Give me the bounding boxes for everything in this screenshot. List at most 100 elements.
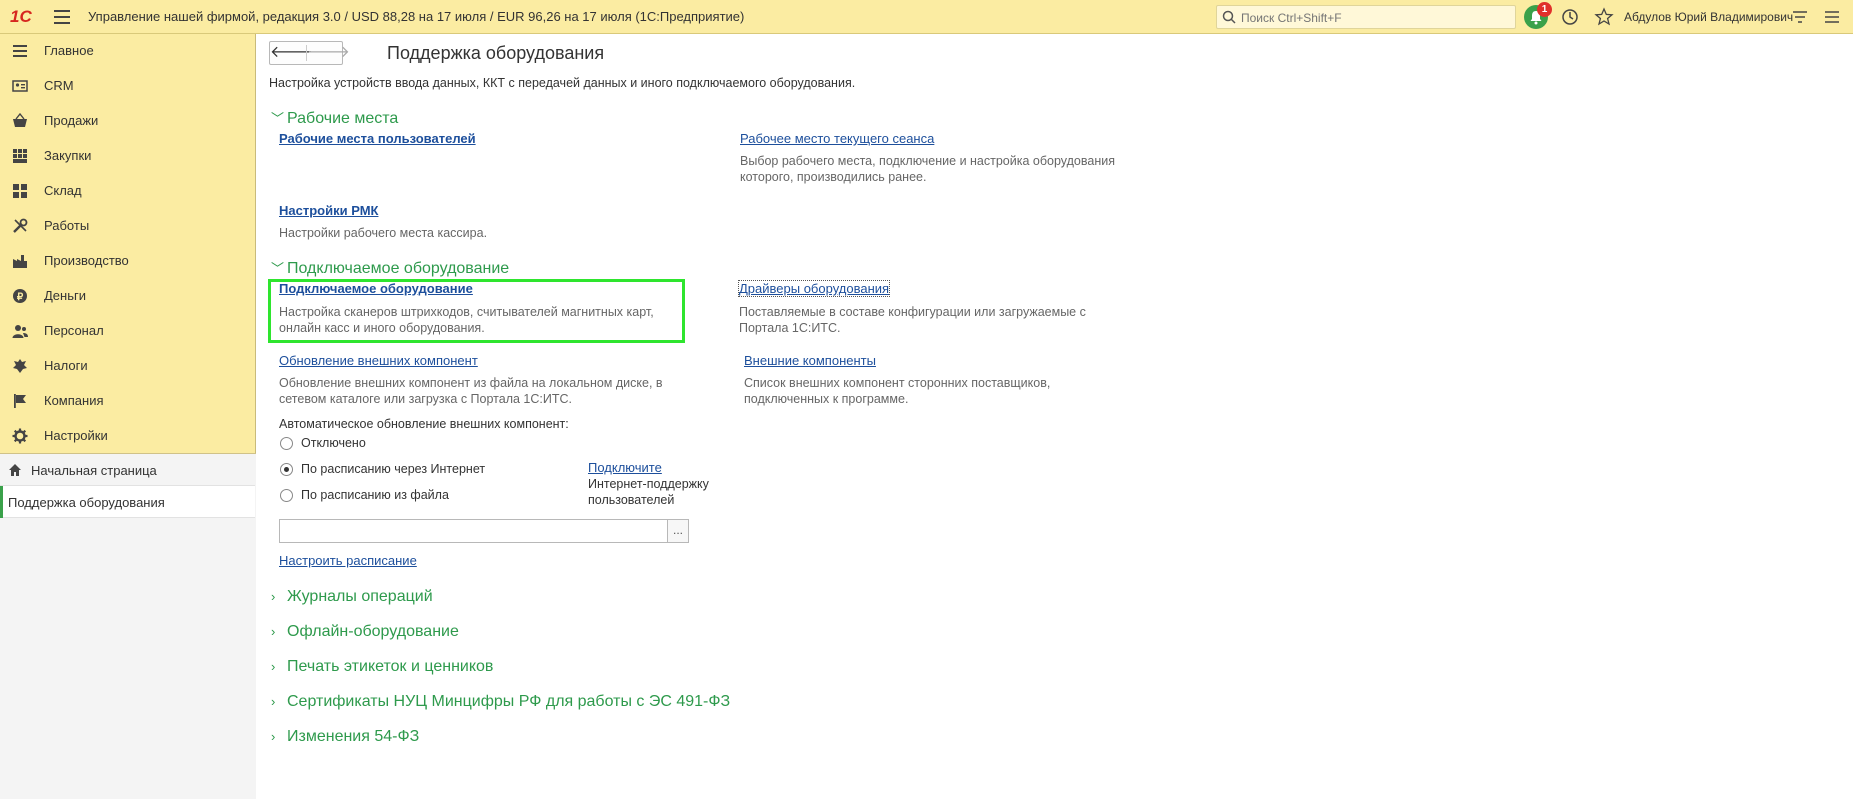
notifications-badge: 1 [1537,2,1552,17]
forward-arrow-icon[interactable]: 🡒 [307,42,350,64]
tools-icon [13,218,28,233]
connect-support-link[interactable]: Подключите [588,460,662,475]
app-title: Управление нашей фирмой, редакция 3.0 / … [88,9,745,24]
group-label: Изменения 54-ФЗ [287,728,420,745]
sidebar-item-label: Производство [44,253,129,268]
connected-equipment-desc-2: онлайн касс и иного оборудования. [279,321,485,335]
sidebar-item-label: Закупки [44,148,92,163]
sidebar-item-production[interactable]: Производство [0,244,256,278]
sidebar-item-label: Налоги [44,358,88,373]
sidebar-item-label: Деньги [44,288,86,303]
sidebar-item-label: CRM [44,78,74,93]
window-menu-icon[interactable] [1822,7,1842,27]
group-journals[interactable]: › Журналы операций [271,588,433,606]
radio-off-label[interactable]: Отключено [301,436,366,450]
main-content: 🡐 🡒 Поддержка оборудования Настройка уст… [257,34,1853,799]
radio-file-label[interactable]: По расписанию из файла [301,488,449,502]
taxes-icon [13,359,27,373]
open-pages-panel: Начальная страница Поддержка оборудовани… [0,454,256,799]
sidebar-item-crm[interactable]: CRM [0,69,256,103]
page-description: Настройка устройств ввода данных, ККТ с … [269,76,856,90]
sales-icon [13,113,27,127]
connected-equipment-link[interactable]: Подключаемое оборудование [279,281,473,296]
radio-internet[interactable] [280,463,293,476]
file-select-button[interactable]: ... [667,519,689,543]
sidebar-item-label: Продажи [44,113,99,128]
sidebar-item-warehouse[interactable]: Склад [0,174,256,208]
gear-icon [12,428,28,444]
sidebar-item-staff[interactable]: Персонал [0,314,256,348]
purchases-icon [13,149,27,163]
chevron-right-icon: › [271,729,276,744]
group-changes[interactable]: › Изменения 54-ФЗ [271,728,419,746]
current-session-desc-2: которого, производились ранее. [740,170,927,184]
sidebar-item-label: Главное [44,43,94,58]
file-path-input[interactable] [279,519,669,543]
auto-update-label: Автоматическое обновление внешних компон… [279,417,569,431]
ext-components-link[interactable]: Внешние компоненты [744,353,876,368]
radio-internet-label[interactable]: По расписанию через Интернет [301,462,485,476]
settings-menu-icon[interactable] [1790,7,1810,27]
radio-file[interactable] [280,489,293,502]
svg-text:₽: ₽ [17,292,24,303]
crm-icon [12,80,28,92]
top-bar: 1С Управление нашей фирмой, редакция 3.0… [0,0,1853,34]
search-box[interactable] [1216,5,1516,29]
drivers-link[interactable]: Драйверы оборудования [737,280,891,297]
schedule-link[interactable]: Настроить расписание [279,553,417,568]
group-label: Рабочие места [287,110,399,127]
drivers-desc-1: Поставляемые в составе конфигурации или … [739,305,1086,319]
group-label: Сертификаты НУЦ Минцифры РФ для работы с… [287,693,731,710]
sidebar-item-taxes[interactable]: Налоги [0,349,256,383]
warehouse-icon [13,184,27,198]
group-offline[interactable]: › Офлайн-оборудование [271,623,459,641]
back-arrow-icon[interactable]: 🡐 [270,42,313,64]
radio-off[interactable] [280,437,293,450]
app-logo[interactable]: 1С [10,7,44,27]
connected-equipment-desc-1: Настройка сканеров штрихкодов, считывате… [279,305,654,319]
connect-support-text-2: пользователей [588,493,675,507]
rmk-settings-link[interactable]: Настройки РМК [279,203,378,218]
chevron-right-icon: › [271,589,276,604]
user-name[interactable]: Абдулов Юрий Владимирович [1624,10,1793,24]
sidebar-item-company[interactable]: Компания [0,384,256,418]
group-labels[interactable]: › Печать этикеток и ценников [271,658,493,676]
sidebar-item-label: Склад [44,183,82,198]
favorites-star-icon[interactable] [1594,7,1614,27]
sidebar-item-works[interactable]: Работы [0,209,256,243]
sidebar-item-label: Персонал [44,323,104,338]
current-session-desc-1: Выбор рабочего места, подключение и наст… [740,154,1115,168]
drivers-desc-2: Портала 1С:ИТС. [739,321,841,335]
menu-icon [13,45,27,57]
chevron-right-icon: › [271,624,276,639]
current-session-link[interactable]: Рабочее место текущего сеанса [740,131,934,146]
group-label: Печать этикеток и ценников [287,658,494,675]
group-workplaces[interactable]: ﹀ Рабочие места [271,108,398,128]
open-page-home[interactable]: Начальная страница [0,454,255,486]
sidebar-item-main[interactable]: Главное [0,34,256,68]
ext-components-desc-1: Список внешних компонент сторонних поста… [744,376,1051,390]
open-page-equipment-support[interactable]: Поддержка оборудования [0,486,255,518]
search-icon [1222,10,1236,24]
sidebar-item-label: Настройки [44,428,108,443]
group-certificates[interactable]: › Сертификаты НУЦ Минцифры РФ для работы … [271,693,730,711]
chevron-down-icon: ﹀ [271,261,285,276]
page-title: Поддержка оборудования [387,43,605,63]
main-menu-icon[interactable] [54,10,70,24]
sidebar-item-settings[interactable]: Настройки [0,419,256,453]
sidebar-item-sales[interactable]: Продажи [0,104,256,138]
group-connected-equipment[interactable]: ﹀ Подключаемое оборудование [271,258,509,278]
user-workplaces-link[interactable]: Рабочие места пользователей [279,131,476,146]
sidebar-item-money[interactable]: ₽ Деньги [0,279,256,313]
search-input[interactable] [1239,8,1513,28]
group-label: Журналы операций [287,588,433,605]
flag-icon [14,394,26,408]
sidebar-item-label: Компания [44,393,104,408]
ext-update-link[interactable]: Обновление внешних компонент [279,353,478,368]
home-icon [9,464,21,476]
sidebar-item-purchases[interactable]: Закупки [0,139,256,173]
ext-update-desc-2: сетевом каталоге или загрузка с Портала … [279,392,572,406]
money-icon: ₽ [13,289,27,303]
history-icon[interactable] [1560,7,1580,27]
sidebar-item-label: Работы [44,218,90,233]
